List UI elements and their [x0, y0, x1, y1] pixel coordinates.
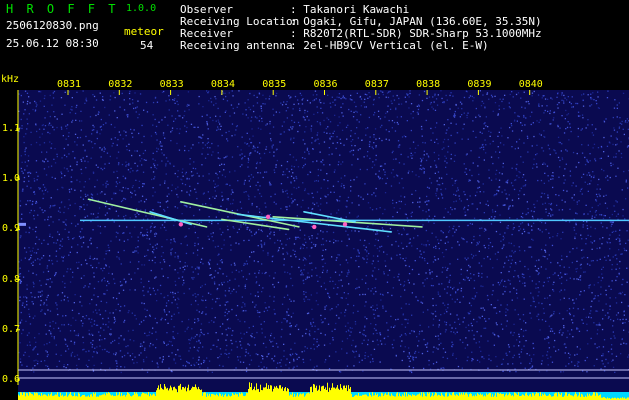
image-filename: 2506120830.png	[6, 19, 99, 32]
observation-datetime: 25.06.12 08:30	[6, 37, 99, 50]
y-axis-unit: kHz	[1, 74, 20, 85]
echo-hotspot	[342, 222, 348, 227]
x-tick-0831: 0831	[57, 79, 82, 90]
app-title: H R O F F T	[6, 2, 119, 16]
x-tick-0835: 0835	[262, 79, 287, 90]
y-tick-1.0: 1.0	[2, 173, 21, 185]
antenna-label: Receiving antenna	[180, 39, 293, 52]
spectrogram-plot	[16, 90, 629, 400]
meteor-count: 54	[140, 39, 154, 52]
echo-hotspot	[265, 214, 271, 220]
app-version: 1.0.0	[126, 3, 157, 14]
x-tick-0832: 0832	[108, 79, 133, 90]
y-tick-0.6: 0.6	[2, 374, 21, 385]
y-tick-1.1: 1.1	[2, 123, 21, 134]
x-tick-0837: 0837	[364, 79, 389, 90]
antenna-value: : 2el-HB9CV Vertical (el. E-W)	[290, 39, 489, 52]
x-tick-0834: 0834	[210, 79, 235, 90]
x-tick-0833: 0833	[159, 79, 184, 90]
meteor-label: meteor	[124, 25, 164, 38]
x-tick-0839: 0839	[467, 79, 492, 90]
y-tick-0.8: 0.8	[2, 273, 21, 285]
echo-hotspot	[312, 224, 317, 230]
y-tick-0.7: 0.7	[2, 323, 21, 335]
x-tick-0838: 0838	[416, 79, 441, 90]
x-tick-0840: 0840	[518, 79, 543, 90]
echo-hotspot	[178, 222, 184, 227]
x-tick-0836: 0836	[313, 79, 338, 90]
y-tick-0.9: 0.9	[2, 223, 21, 235]
